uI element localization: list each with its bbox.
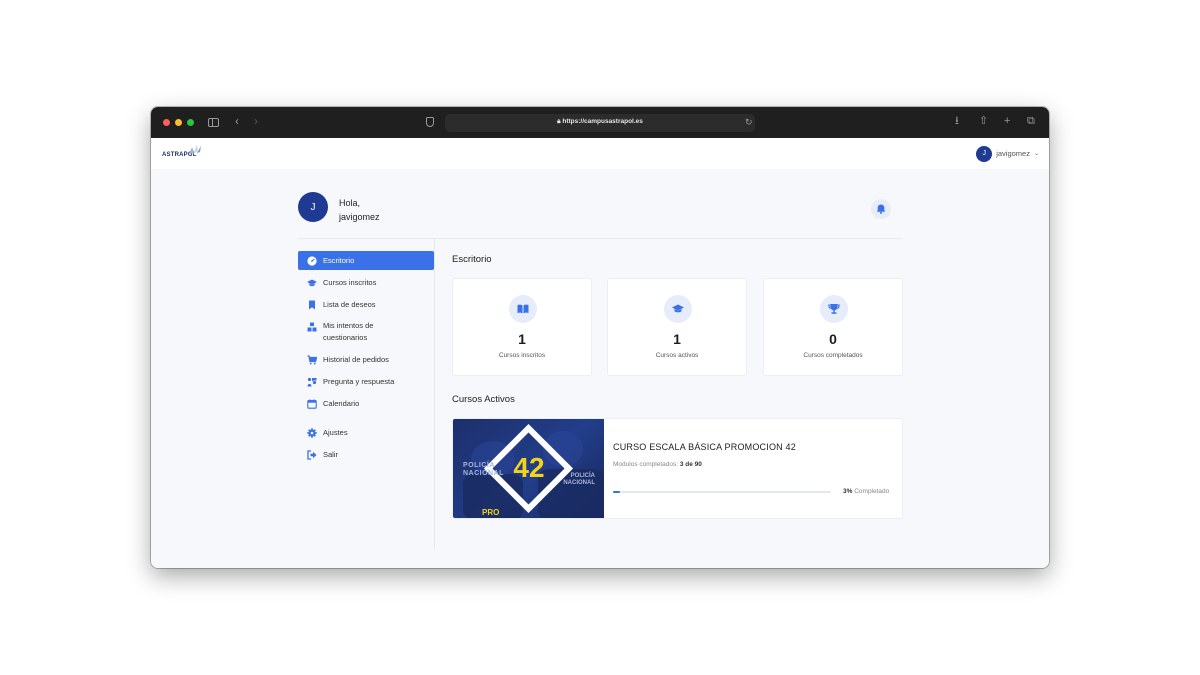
trophy-icon (828, 304, 840, 314)
stat-icon-bg (664, 295, 692, 323)
sidebar-item-label: Escritorio (323, 255, 355, 265)
greeting-hello: Hola, (339, 198, 361, 208)
sidebar-item-label: Ajustes (323, 427, 348, 437)
progress-label: 3% Completado (843, 488, 889, 495)
bell-icon (876, 204, 886, 214)
thumb-number: 42 (513, 452, 545, 483)
thumb-text-right: POLICÍA NACIONAL (563, 473, 595, 486)
app-header: ASTRAPOL J javigomez ⌄ (151, 138, 1049, 169)
header-divider (298, 238, 902, 239)
calendar-icon (307, 398, 317, 409)
dashboard-icon (307, 255, 317, 266)
sidebar-item-escritorio[interactable]: Escritorio (298, 251, 434, 270)
dashboard-content: J Hola, javigomez Escritorio Cursos insc… (151, 169, 1049, 568)
thumb-text-left: POLICÍA NACIONAL (463, 462, 504, 477)
stat-value: 1 (518, 331, 526, 347)
book-open-icon (517, 304, 529, 314)
gear-icon (307, 427, 317, 438)
stat-value: 1 (673, 331, 681, 347)
stat-card-cursos-inscritos: 1 Cursos inscritos (452, 278, 592, 376)
stat-label: Cursos activos (655, 352, 699, 359)
sidebar-item-label: Calendario (323, 398, 360, 408)
stat-card-cursos-completados: 0 Cursos completados (763, 278, 903, 376)
privacy-shield-icon[interactable] (426, 117, 434, 127)
avatar: J (976, 145, 993, 162)
progress-value: 3% (843, 488, 853, 495)
minimize-window-button[interactable] (175, 119, 182, 126)
sidebar-item-label: Historial de pedidos (323, 354, 389, 364)
sidebar-item-historial-de-pedidos[interactable]: Historial de pedidos (298, 350, 434, 369)
thumb-badge: PRO (482, 508, 500, 517)
sidebar-item-label: Cursos inscritos (323, 277, 377, 287)
new-tab-icon[interactable]: + (1004, 116, 1010, 127)
notifications-button[interactable] (871, 199, 891, 219)
sidebar-divider (434, 239, 435, 549)
course-card[interactable]: POLICÍA NACIONAL POLICÍA NACIONAL 42 PRO… (452, 418, 903, 519)
cart-icon (307, 354, 317, 364)
wing-icon (189, 145, 201, 155)
maximize-window-button[interactable] (187, 119, 194, 126)
sidebar-item-label: Pregunta y respuesta (323, 376, 395, 386)
close-window-button[interactable] (163, 119, 170, 126)
bookmark-icon (309, 300, 315, 309)
stat-icon-bg (820, 295, 848, 323)
tab-overview-icon[interactable]: ⧉ (1027, 116, 1035, 127)
quiz-icon (307, 322, 317, 332)
browser-window: ‹ › 🔒︎ https://campusastrapol.es ↻ ⭳ ⇧ +… (151, 107, 1049, 568)
logout-icon (307, 449, 317, 460)
forward-icon[interactable]: › (254, 115, 258, 127)
stat-label: Cursos completados (803, 352, 863, 359)
graduation-cap-icon (307, 279, 317, 286)
back-icon[interactable]: ‹ (235, 115, 239, 127)
stat-card-cursos-activos: 1 Cursos activos (607, 278, 747, 376)
user-menu[interactable]: J javigomez ⌄ (976, 145, 1039, 162)
sidebar-item-calendario[interactable]: Calendario (298, 394, 434, 413)
graduation-cap-icon (672, 304, 684, 313)
sidebar-item-salir[interactable]: Salir (298, 445, 434, 464)
active-courses-title: Cursos Activos (452, 394, 515, 405)
greeting-name: javigomez (339, 212, 380, 222)
sidebar-toggle-icon[interactable] (208, 118, 219, 127)
url-text: 🔒︎ https://campusastrapol.es (445, 118, 755, 126)
sidebar-item-cursos-inscritos[interactable]: Cursos inscritos (298, 273, 434, 292)
sidebar-item-mis-intentos[interactable]: Mis intentos de cuestionarios (298, 317, 434, 343)
sidebar-item-ajustes[interactable]: Ajustes (298, 423, 434, 442)
progress-suffix: Completado (854, 488, 890, 495)
url-value: https://campusastrapol.es (562, 118, 643, 125)
share-icon[interactable]: ⇧ (979, 116, 988, 127)
modules-label: Modulos completados: (613, 461, 679, 468)
stat-icon-bg (509, 295, 537, 323)
reload-icon[interactable]: ↻ (745, 117, 753, 128)
sidebar-item-label: Mis intentos de cuestionarios (323, 321, 374, 342)
course-title[interactable]: CURSO ESCALA BÁSICA PROMOCION 42 (613, 442, 796, 452)
sidebar-item-pregunta-y-respuesta[interactable]: Pregunta y respuesta (298, 372, 434, 391)
stat-value: 0 (829, 331, 837, 347)
address-bar[interactable]: 🔒︎ https://campusastrapol.es (445, 114, 755, 132)
course-thumbnail[interactable]: POLICÍA NACIONAL POLICÍA NACIONAL 42 PRO (453, 419, 604, 518)
chevron-down-icon: ⌄ (1033, 151, 1039, 157)
course-modules: Modulos completados: 3 de 90 (613, 461, 702, 468)
sidebar-item-label: Lista de deseos (323, 299, 376, 309)
sidebar-item-lista-de-deseos[interactable]: Lista de deseos (298, 295, 434, 314)
sidebar-item-label: Salir (323, 449, 339, 459)
stat-label: Cursos inscritos (498, 352, 546, 359)
progress-fill (613, 491, 620, 493)
greeting-avatar: J (298, 192, 328, 222)
download-icon[interactable]: ⭳ (955, 116, 959, 127)
dashboard-title: Escritorio (452, 254, 492, 265)
browser-toolbar: ‹ › 🔒︎ https://campusastrapol.es ↻ ⭳ ⇧ +… (151, 107, 1049, 138)
modules-value: 3 de 90 (679, 461, 702, 468)
course-progress-bar (613, 491, 831, 493)
username-label: javigomez (996, 149, 1030, 158)
qa-icon (307, 377, 317, 386)
